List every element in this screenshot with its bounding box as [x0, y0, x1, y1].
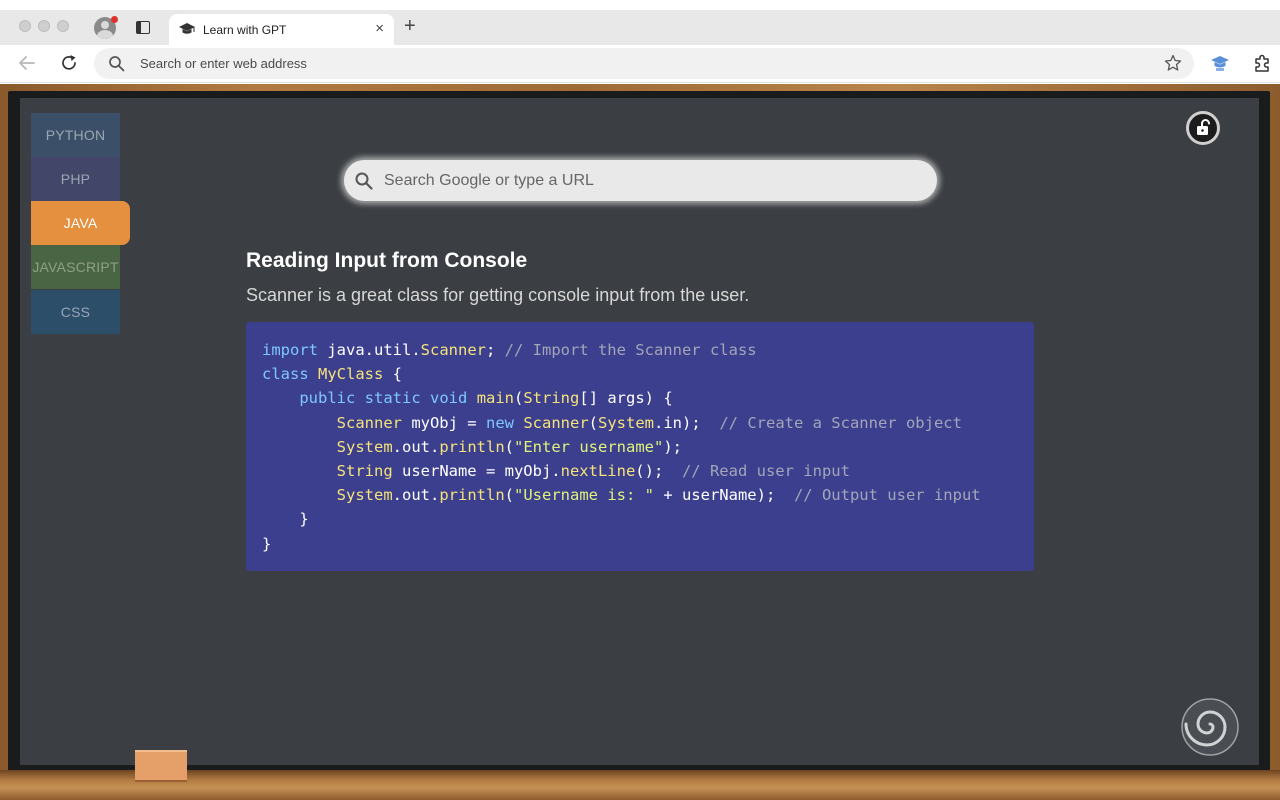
- address-bar[interactable]: [94, 48, 1194, 79]
- browser-toolbar: [0, 45, 1280, 83]
- language-tab-python[interactable]: PYTHON: [31, 113, 120, 157]
- code-block: import java.util.Scanner; // Import the …: [246, 322, 1034, 571]
- unlock-button[interactable]: [1186, 111, 1220, 145]
- code-line: }: [262, 510, 309, 529]
- tab-bar: Learn with GPT × +: [0, 10, 1280, 45]
- search-icon: [355, 172, 373, 190]
- tabs-icon[interactable]: [136, 21, 150, 34]
- new-tab-button[interactable]: +: [404, 16, 416, 36]
- code-line: }: [262, 534, 272, 553]
- graduation-cap-icon: [179, 23, 195, 34]
- spiral-icon[interactable]: [1180, 697, 1240, 757]
- language-tab-css[interactable]: CSS: [31, 290, 120, 334]
- code-line: String userName = myObj.nextLine(); // R…: [336, 462, 850, 481]
- address-input[interactable]: [140, 48, 1140, 79]
- language-tab-javascript[interactable]: JAVASCRIPT: [31, 245, 120, 289]
- language-tab-java[interactable]: JAVA: [31, 201, 130, 245]
- eraser: [135, 750, 187, 780]
- code-line: Scanner myObj = new Scanner(System.in); …: [336, 413, 962, 432]
- code-line: import java.util.Scanner; // Import the …: [262, 341, 757, 359]
- tab-title: Learn with GPT: [203, 23, 287, 37]
- notification-dot: [111, 16, 118, 23]
- code-line: public static void main(String[] args) {: [299, 389, 673, 408]
- code-line: System.out.println("Enter username");: [336, 437, 682, 456]
- language-tab-php[interactable]: PHP: [31, 157, 120, 201]
- chalk-tray: [0, 770, 1280, 800]
- window-top-strip: [0, 0, 1280, 10]
- tab-learn-with-gpt[interactable]: Learn with GPT ×: [169, 14, 394, 45]
- search-input[interactable]: [384, 160, 924, 201]
- tab-close-icon[interactable]: ×: [375, 21, 384, 36]
- lesson-description: Scanner is a great class for getting con…: [246, 285, 750, 305]
- star-icon[interactable]: [1164, 54, 1182, 72]
- lesson-title: Reading Input from Console: [246, 249, 528, 272]
- zoom-window-button[interactable]: [57, 20, 69, 32]
- code-line: class MyClass {: [262, 365, 403, 384]
- close-window-button[interactable]: [19, 20, 31, 32]
- extensions-puzzle-icon[interactable]: [1252, 53, 1272, 73]
- search-box[interactable]: [344, 160, 937, 201]
- back-arrow-icon[interactable]: [16, 52, 38, 74]
- reload-icon[interactable]: [58, 52, 80, 74]
- unlock-icon: [1197, 119, 1210, 135]
- code-line: System.out.println("Username is: " + use…: [336, 486, 981, 505]
- minimize-window-button[interactable]: [38, 20, 50, 32]
- gpt-extension-icon[interactable]: [1210, 53, 1230, 73]
- search-icon: [109, 56, 125, 72]
